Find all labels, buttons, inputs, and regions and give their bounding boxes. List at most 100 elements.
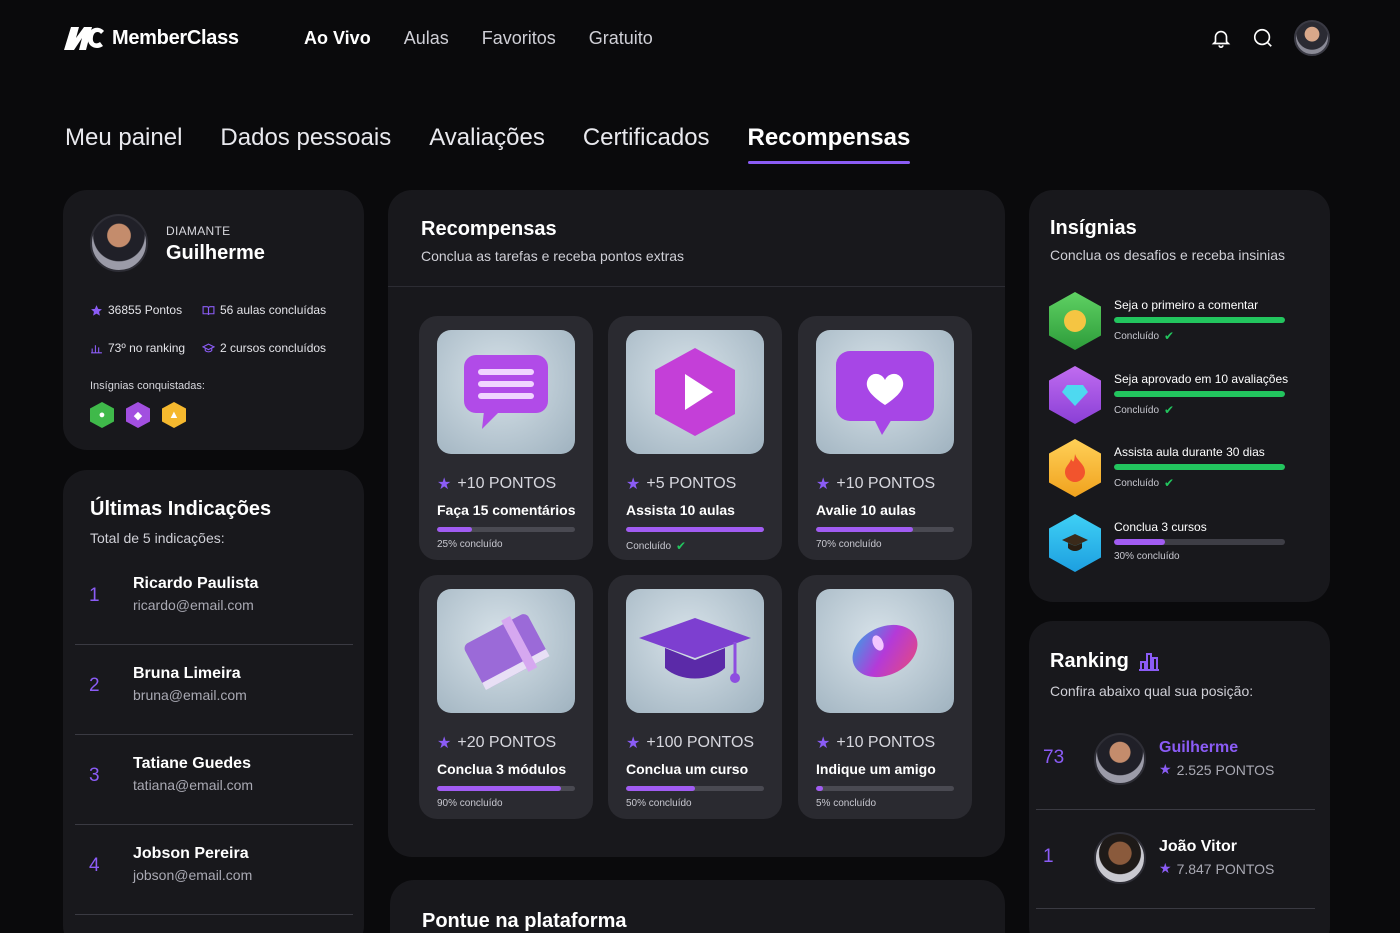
insignia-title: Seja o primeiro a comentar — [1114, 298, 1259, 312]
task-name: Conclua 3 módulos — [437, 761, 567, 777]
tab-certificados[interactable]: Certificados — [583, 124, 710, 162]
rank-points-label: 7.847 PONTOS — [1176, 860, 1275, 877]
reward-task[interactable]: ★ +10 PONTOS Faça 15 comentários 25% conc… — [419, 316, 593, 560]
referral-number: 1 — [89, 585, 100, 606]
insignia-status-label: Concluído — [1114, 477, 1160, 489]
insignia-item: Assista aula durante 30 dias Concluído ✔ — [1049, 439, 1319, 499]
diamond-icon — [1049, 366, 1101, 424]
insignia-progress-bar — [1114, 391, 1285, 397]
tab-avaliacoes[interactable]: Avaliações — [429, 124, 545, 162]
bell-icon[interactable] — [1210, 27, 1232, 49]
brand-name: MemberClass — [112, 26, 239, 49]
insignia-progress-fill — [1114, 464, 1285, 470]
reward-task[interactable]: ★ +10 PONTOS Avalie 10 aulas 70% concluíd… — [798, 316, 972, 560]
tab-recompensas[interactable]: Recompensas — [747, 124, 910, 164]
nav-gratuito[interactable]: Gratuito — [589, 28, 653, 49]
star-icon: ★ — [1159, 761, 1172, 777]
check-icon: ✔ — [1164, 329, 1175, 343]
task-status: 50% concluído — [626, 798, 692, 809]
rewards-subtitle: Conclua as tarefas e receba pontos extra… — [421, 248, 685, 264]
star-icon: ★ — [1159, 860, 1172, 876]
book-open-icon — [202, 305, 215, 315]
medal-icon: ● — [90, 402, 114, 428]
profile-avatar — [90, 214, 148, 272]
rank-points: ★ 2.525 PONTOS — [1159, 761, 1274, 778]
reward-task[interactable]: ★ +5 PONTOS Assista 10 aulas Concluído ✔ — [608, 316, 782, 560]
book-icon — [437, 589, 575, 713]
ranking-value: 73º no ranking — [108, 341, 186, 355]
reward-task[interactable]: ★ +10 PONTOS Indique um amigo 5% concluíd… — [798, 575, 972, 819]
nav-aulas[interactable]: Aulas — [404, 28, 449, 49]
reward-task[interactable]: ★ +20 PONTOS Conclua 3 módulos 90% conclu… — [419, 575, 593, 819]
points-stat: 36855 Pontos — [90, 303, 182, 317]
profile-tabs: Meu painel Dados pessoais Avaliações Cer… — [65, 124, 910, 164]
badges-label: Insígnias conquistadas: — [90, 380, 205, 392]
ranking-row[interactable]: 73 Guilherme ★ 2.525 PONTOS — [1036, 711, 1315, 810]
task-name: Conclua um curso — [626, 761, 749, 777]
task-points: ★ +10 PONTOS — [816, 733, 935, 753]
logo-mark-icon — [64, 27, 104, 50]
referral-item[interactable]: 2 Bruna Limeira bruna@email.com — [75, 645, 353, 735]
insignia-progress-bar — [1114, 317, 1285, 323]
fire-icon: ▲ — [162, 402, 186, 428]
task-progress-bar — [437, 786, 575, 791]
nav-ao-vivo[interactable]: Ao Vivo — [304, 28, 371, 49]
rank-position: 73 — [1043, 747, 1065, 768]
task-status-label: 5% concluído — [816, 798, 877, 809]
referrals-subtitle: Total de 5 indicações: — [90, 530, 225, 546]
ranking-subtitle: Confira abaixo qual sua posição: — [1050, 683, 1254, 699]
user-avatar[interactable] — [1294, 20, 1330, 56]
referral-item[interactable]: 4 Jobson Pereira jobson@email.com — [75, 825, 353, 915]
task-progress-bar — [437, 527, 575, 532]
insignia-status: Concluído ✔ — [1114, 476, 1174, 490]
insignia-title: Conclua 3 cursos — [1114, 520, 1207, 534]
tab-dados-pessoais[interactable]: Dados pessoais — [220, 124, 391, 162]
referral-name: Tatiane Guedes — [133, 755, 251, 772]
referral-item[interactable]: 3 Tatiane Guedes tatiana@email.com — [75, 735, 353, 825]
insignia-item: Conclua 3 cursos 30% concluído — [1049, 514, 1319, 574]
ranking-row[interactable]: 1 João Vitor ★ 7.847 PONTOS — [1036, 810, 1315, 909]
rank-points: ★ 7.847 PONTOS — [1159, 860, 1274, 877]
task-points: ★ +5 PONTOS — [626, 474, 736, 494]
task-status: 25% concluído — [437, 539, 503, 550]
bar-chart-icon — [1138, 653, 1159, 671]
insignia-title: Seja aprovado em 10 avaliações — [1114, 372, 1289, 386]
task-progress-bar — [626, 786, 764, 791]
task-status-label: 50% concluído — [626, 798, 692, 809]
referral-name: Jobson Pereira — [133, 845, 249, 862]
referral-number: 3 — [89, 765, 100, 786]
referral-email: tatiana@email.com — [133, 777, 254, 793]
main-nav: Ao Vivo Aulas Favoritos Gratuito — [304, 28, 653, 49]
insignias-card: Insígnias Conclua os desafios e receba i… — [1029, 190, 1330, 602]
graduation-cap-icon — [626, 589, 764, 713]
courses-value: 2 cursos concluídos — [220, 341, 327, 355]
rewards-title: Recompensas — [421, 218, 557, 240]
referral-number: 4 — [89, 855, 100, 876]
logo[interactable]: MemberClass — [62, 24, 239, 52]
task-name: Avalie 10 aulas — [816, 502, 916, 518]
insignia-status: Concluído ✔ — [1114, 403, 1174, 417]
insignia-status-label: Concluído — [1114, 404, 1160, 416]
profile-name: Guilherme — [166, 242, 265, 264]
insignia-progress-fill — [1114, 539, 1166, 545]
lessons-value: 56 aulas concluídas — [220, 303, 327, 317]
referral-email: bruna@email.com — [133, 687, 247, 703]
search-icon[interactable] — [1252, 27, 1274, 49]
task-status: 90% concluído — [437, 798, 503, 809]
star-icon: ★ — [626, 735, 641, 752]
play-icon — [626, 330, 764, 454]
rank-name: João Vitor — [1159, 838, 1237, 855]
reward-task[interactable]: ★ +100 PONTOS Conclua um curso 50% conclu… — [608, 575, 782, 819]
task-points: ★ +10 PONTOS — [437, 474, 556, 494]
heart-icon — [816, 330, 954, 454]
task-points-label: +10 PONTOS — [457, 475, 557, 492]
rank-name: Guilherme — [1159, 739, 1239, 756]
referral-item[interactable]: 1 Ricardo Paulista ricardo@email.com — [75, 555, 353, 645]
nav-favoritos[interactable]: Favoritos — [482, 28, 556, 49]
rewards-card: Recompensas Conclua as tarefas e receba … — [388, 190, 1005, 857]
ranking-stat: 73º no ranking — [90, 341, 185, 355]
tab-meu-painel[interactable]: Meu painel — [65, 124, 182, 162]
rank-points-label: 2.525 PONTOS — [1176, 761, 1275, 778]
ranking-header: Ranking — [1050, 649, 1161, 673]
referral-email: jobson@email.com — [133, 867, 253, 883]
